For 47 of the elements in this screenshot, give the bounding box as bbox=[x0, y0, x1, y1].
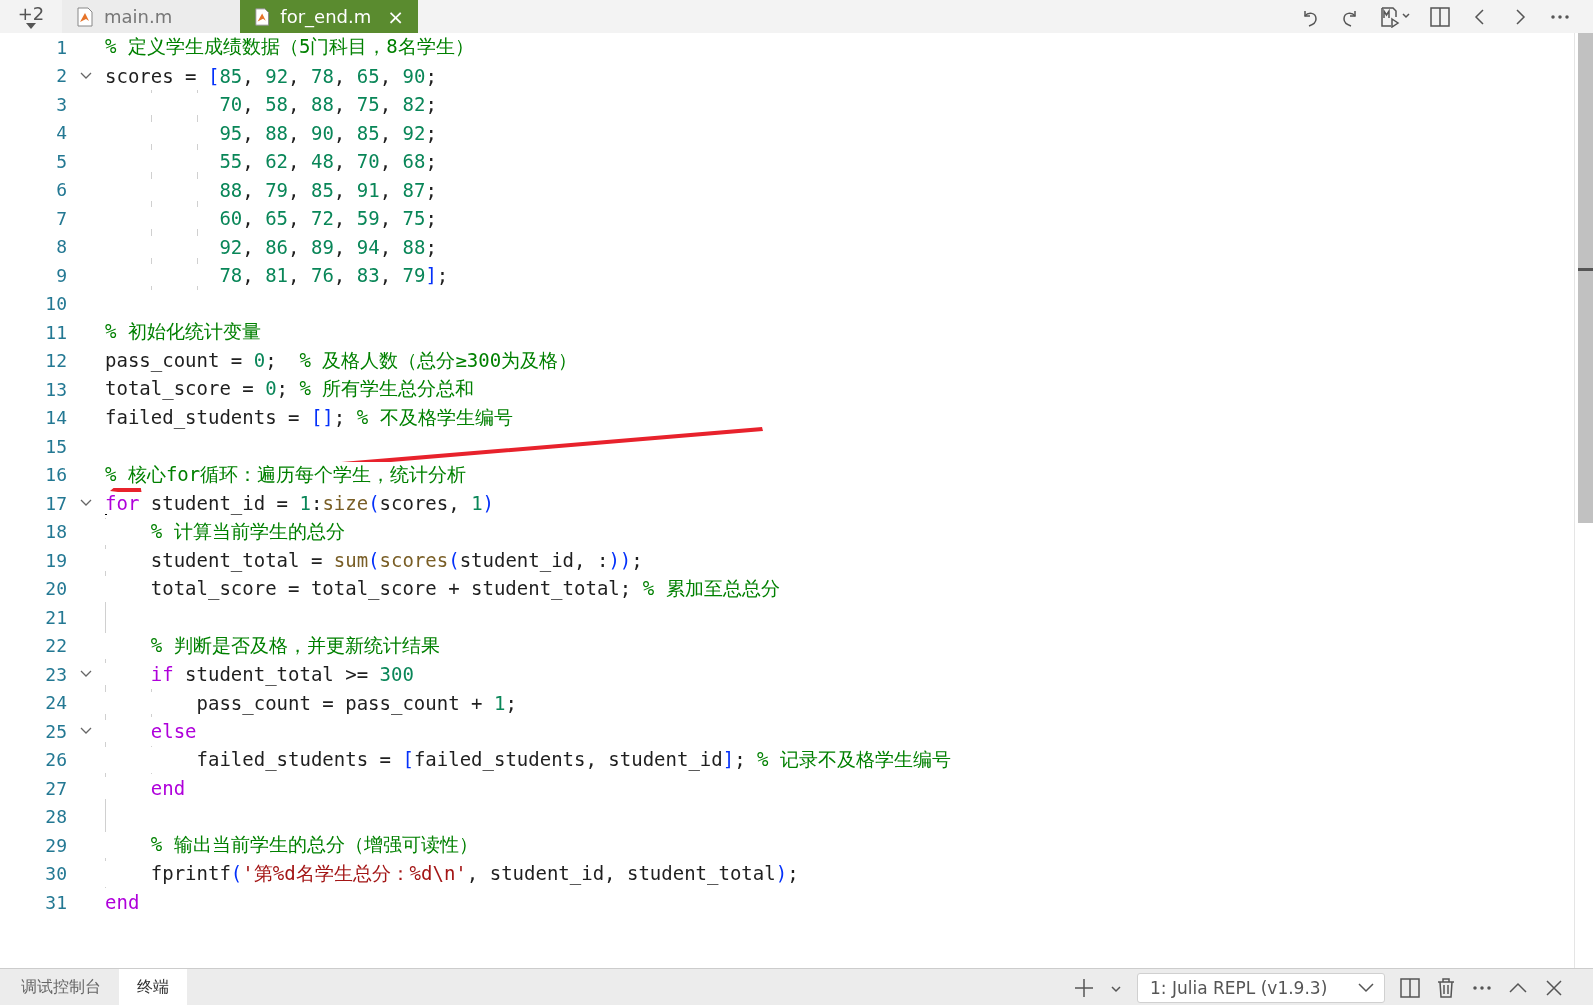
split-editor-icon[interactable] bbox=[1429, 5, 1451, 28]
line-number: 19 bbox=[44, 549, 67, 571]
chevron-down-icon bbox=[1358, 982, 1374, 993]
line-number: 10 bbox=[44, 293, 67, 315]
line-number: 28 bbox=[44, 806, 67, 828]
line-number: 29 bbox=[44, 834, 67, 856]
line-number: 26 bbox=[44, 749, 67, 771]
plus-icon[interactable] bbox=[1073, 976, 1095, 999]
file-icon bbox=[76, 6, 94, 27]
more-tabs-button[interactable]: +2 bbox=[0, 0, 62, 33]
line-number: 8 bbox=[55, 236, 67, 258]
panel-tab[interactable]: 终端 bbox=[119, 969, 187, 1005]
line-number: 3 bbox=[55, 93, 67, 115]
line-number: 15 bbox=[44, 435, 67, 457]
scrollbar[interactable] bbox=[1574, 33, 1593, 968]
terminal-select[interactable]: 1: Julia REPL (v1.9.3) bbox=[1137, 972, 1385, 1003]
file-tab[interactable]: main.m bbox=[62, 0, 240, 33]
line-number: 12 bbox=[44, 350, 67, 372]
split-terminal-icon[interactable] bbox=[1399, 976, 1421, 999]
trash-icon[interactable] bbox=[1435, 976, 1457, 999]
run-file-icon[interactable] bbox=[1379, 5, 1411, 28]
line-number: 2 bbox=[55, 65, 67, 87]
line-number: 22 bbox=[44, 635, 67, 657]
line-number: 30 bbox=[44, 863, 67, 885]
line-number: 23 bbox=[44, 663, 67, 685]
line-number: 27 bbox=[44, 777, 67, 799]
line-number: 5 bbox=[55, 150, 67, 172]
line-number: 18 bbox=[44, 521, 67, 543]
line-number: 14 bbox=[44, 407, 67, 429]
line-number: 1 bbox=[55, 36, 67, 58]
line-number: 11 bbox=[44, 321, 67, 343]
line-number: 6 bbox=[55, 179, 67, 201]
line-number: 13 bbox=[44, 378, 67, 400]
file-tab[interactable]: for_end.m × bbox=[240, 0, 418, 33]
line-number: 16 bbox=[44, 464, 67, 486]
line-number: 17 bbox=[44, 492, 67, 514]
close-icon[interactable]: × bbox=[387, 4, 404, 29]
panel-tab[interactable]: 调试控制台 bbox=[3, 969, 119, 1005]
line-number: 25 bbox=[44, 720, 67, 742]
line-number: 4 bbox=[55, 122, 67, 144]
line-number: 7 bbox=[55, 207, 67, 229]
line-number: 20 bbox=[44, 578, 67, 600]
line-number: 21 bbox=[44, 606, 67, 628]
line-number: 9 bbox=[55, 264, 67, 286]
line-number: 24 bbox=[44, 692, 67, 714]
file-icon bbox=[254, 6, 271, 27]
line-number: 31 bbox=[44, 891, 67, 913]
